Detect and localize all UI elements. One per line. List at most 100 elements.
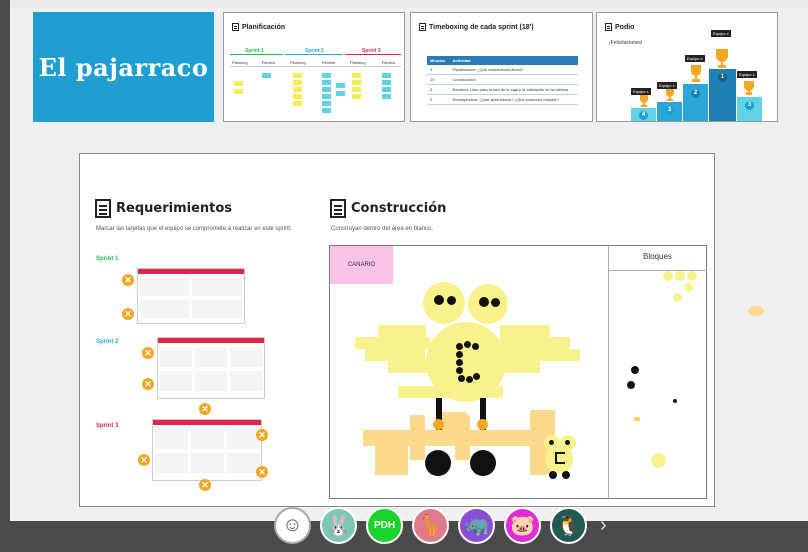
sticky-note[interactable]	[352, 80, 361, 85]
requirement-item[interactable]	[230, 347, 262, 367]
rabbit-avatar-icon[interactable]: 🐰	[320, 507, 357, 544]
close-badge-icon[interactable]: ✕	[199, 403, 211, 415]
close-badge-icon[interactable]: ✕	[122, 274, 134, 286]
requirement-item[interactable]	[227, 429, 260, 449]
close-badge-icon[interactable]: ✕	[122, 308, 134, 320]
sticky-note[interactable]	[352, 73, 361, 78]
eye-block[interactable]	[491, 298, 500, 307]
palette-block[interactable]	[634, 417, 640, 421]
foot-block[interactable]	[549, 471, 557, 479]
dot-block[interactable]	[458, 375, 465, 382]
penguin-avatar-icon[interactable]: 🐧	[550, 507, 587, 544]
requirement-card-sprint-3[interactable]	[152, 419, 262, 481]
dot-block[interactable]	[456, 359, 463, 366]
sticky-note[interactable]	[382, 80, 391, 85]
beak-block[interactable]	[477, 419, 488, 430]
sticky-note[interactable]	[322, 73, 331, 78]
base-block[interactable]	[363, 430, 543, 446]
base-block[interactable]	[442, 412, 467, 432]
dot-block[interactable]	[456, 351, 463, 358]
palette-block[interactable]	[663, 271, 673, 281]
requirement-item[interactable]	[191, 453, 224, 473]
requirement-item[interactable]	[140, 300, 189, 318]
requirement-item[interactable]	[192, 278, 242, 296]
sticky-note[interactable]	[322, 94, 331, 99]
wing-block[interactable]	[378, 325, 426, 337]
close-badge-icon[interactable]: ✕	[142, 378, 154, 390]
palette-block[interactable]	[673, 293, 682, 302]
requirement-item[interactable]	[227, 453, 260, 473]
sticky-note[interactable]	[336, 91, 345, 96]
requirement-item[interactable]	[140, 278, 189, 296]
palette-block[interactable]	[675, 271, 685, 281]
palette-block[interactable]	[673, 399, 677, 403]
requirement-card-sprint-2[interactable]	[157, 337, 265, 399]
foot-block[interactable]	[425, 450, 451, 476]
sticky-note[interactable]	[352, 94, 361, 99]
beak-block[interactable]	[433, 419, 444, 430]
eye-block[interactable]	[549, 440, 554, 445]
sticky-note[interactable]	[322, 101, 331, 106]
dot-block[interactable]	[472, 343, 479, 350]
dot-block[interactable]	[464, 341, 471, 348]
sticky-note[interactable]	[322, 108, 331, 113]
wing-block[interactable]	[500, 325, 550, 337]
palette-block[interactable]	[627, 381, 635, 389]
sticky-note[interactable]	[382, 94, 391, 99]
dot-block[interactable]	[473, 373, 480, 380]
dot-block[interactable]	[456, 367, 463, 374]
giraffe-avatar-icon[interactable]: 🦒	[412, 507, 449, 544]
sticky-note[interactable]	[352, 87, 361, 92]
close-badge-icon[interactable]: ✕	[256, 466, 268, 478]
sticky-note[interactable]	[234, 81, 243, 86]
pig-avatar-icon[interactable]: 🐷	[504, 507, 541, 544]
wing-block[interactable]	[365, 349, 425, 361]
palette-block[interactable]	[651, 453, 666, 468]
close-badge-icon[interactable]: ✕	[199, 479, 211, 491]
sticky-note[interactable]	[293, 94, 302, 99]
dot-block[interactable]	[456, 343, 463, 350]
c-shape-block[interactable]	[555, 452, 565, 464]
requirement-item[interactable]	[155, 453, 188, 473]
chevron-right-icon[interactable]: ›	[600, 514, 607, 537]
sticky-note[interactable]	[322, 80, 331, 85]
eye-block[interactable]	[565, 440, 570, 445]
close-badge-icon[interactable]: ✕	[142, 347, 154, 359]
requirement-item[interactable]	[160, 347, 192, 367]
sticky-note[interactable]	[262, 73, 271, 78]
title-card[interactable]: El pajarraco	[33, 12, 214, 122]
wing-block[interactable]	[500, 337, 570, 349]
foot-block[interactable]	[470, 450, 496, 476]
requirement-item[interactable]	[155, 429, 188, 449]
bird-head-left[interactable]	[423, 282, 465, 324]
dot-block[interactable]	[466, 376, 473, 383]
sticky-note[interactable]	[322, 87, 331, 92]
wing-block[interactable]	[500, 361, 540, 373]
bird-body[interactable]	[426, 322, 506, 402]
eye-block[interactable]	[434, 295, 444, 305]
palette-block[interactable]	[748, 306, 764, 316]
smiley-avatar-icon[interactable]: ☺	[274, 507, 311, 544]
requirement-item[interactable]	[192, 300, 242, 318]
eye-block[interactable]	[447, 296, 456, 305]
requirement-item[interactable]	[191, 429, 224, 449]
sticky-note[interactable]	[293, 80, 302, 85]
requirement-item[interactable]	[230, 371, 262, 391]
base-block[interactable]	[410, 415, 425, 460]
close-badge-icon[interactable]: ✕	[138, 454, 150, 466]
requirement-card-sprint-1[interactable]	[137, 268, 245, 324]
sticky-note[interactable]	[234, 89, 243, 94]
planificacion-frame[interactable]: Planificación Sprint 1 Sprint 2 Sprint 3…	[223, 12, 405, 122]
requirement-item[interactable]	[195, 371, 227, 391]
requirement-item[interactable]	[160, 371, 192, 391]
team-name-sticky[interactable]: CANARIO	[330, 246, 393, 284]
palette-block[interactable]	[631, 366, 639, 374]
sticky-note[interactable]	[293, 87, 302, 92]
sticky-note[interactable]	[382, 87, 391, 92]
palette-block[interactable]	[684, 283, 693, 292]
podio-frame[interactable]: Podio ¡Felicitaciones! 4 3 2 1 3 Equipo …	[596, 12, 778, 122]
wing-block[interactable]	[388, 361, 428, 373]
timeboxing-frame[interactable]: Timeboxing de cada sprint (18') Minutos …	[410, 12, 593, 122]
sticky-note[interactable]	[293, 101, 302, 106]
wing-block[interactable]	[500, 349, 580, 361]
